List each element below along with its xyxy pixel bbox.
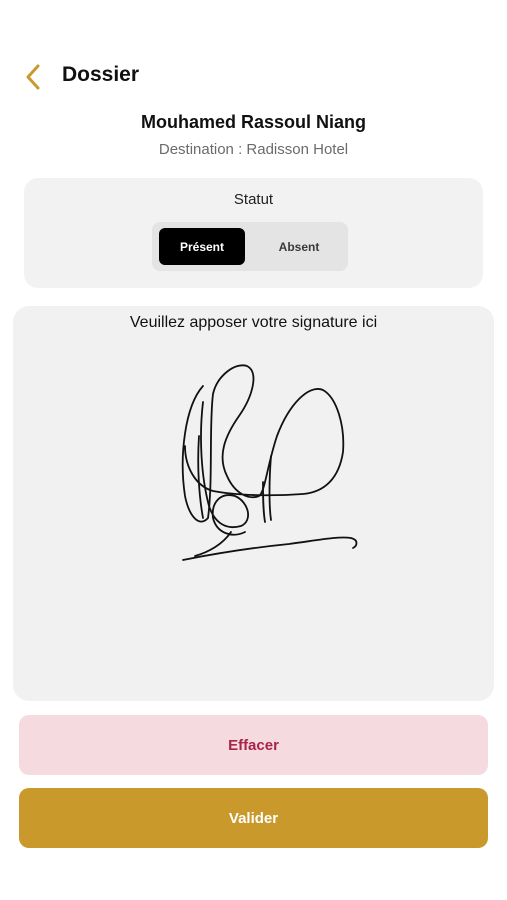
signature-prompt: Veuillez apposer votre signature ici [129,314,378,331]
signature-card: Veuillez apposer votre signature ici [13,306,494,701]
status-label: Statut [233,191,274,208]
page-title: Dossier [62,63,140,86]
header: Dossier [0,52,507,100]
passenger-destination: Destination : Radisson Hotel [158,141,349,158]
chevron-left-icon [26,64,40,90]
signature-pad[interactable] [13,306,494,701]
status-card: Statut Présent Absent [24,178,483,288]
status-option-present[interactable]: Présent [159,228,245,265]
submit-button[interactable]: Valider [19,788,488,848]
clear-button[interactable]: Effacer [19,715,488,775]
status-segmented-control: Présent Absent [152,222,348,271]
status-option-absent[interactable]: Absent [256,228,342,265]
back-button[interactable] [18,62,48,92]
passenger-name: Mouhamed Rassoul Niang [140,112,367,132]
signature-stroke [181,364,358,561]
